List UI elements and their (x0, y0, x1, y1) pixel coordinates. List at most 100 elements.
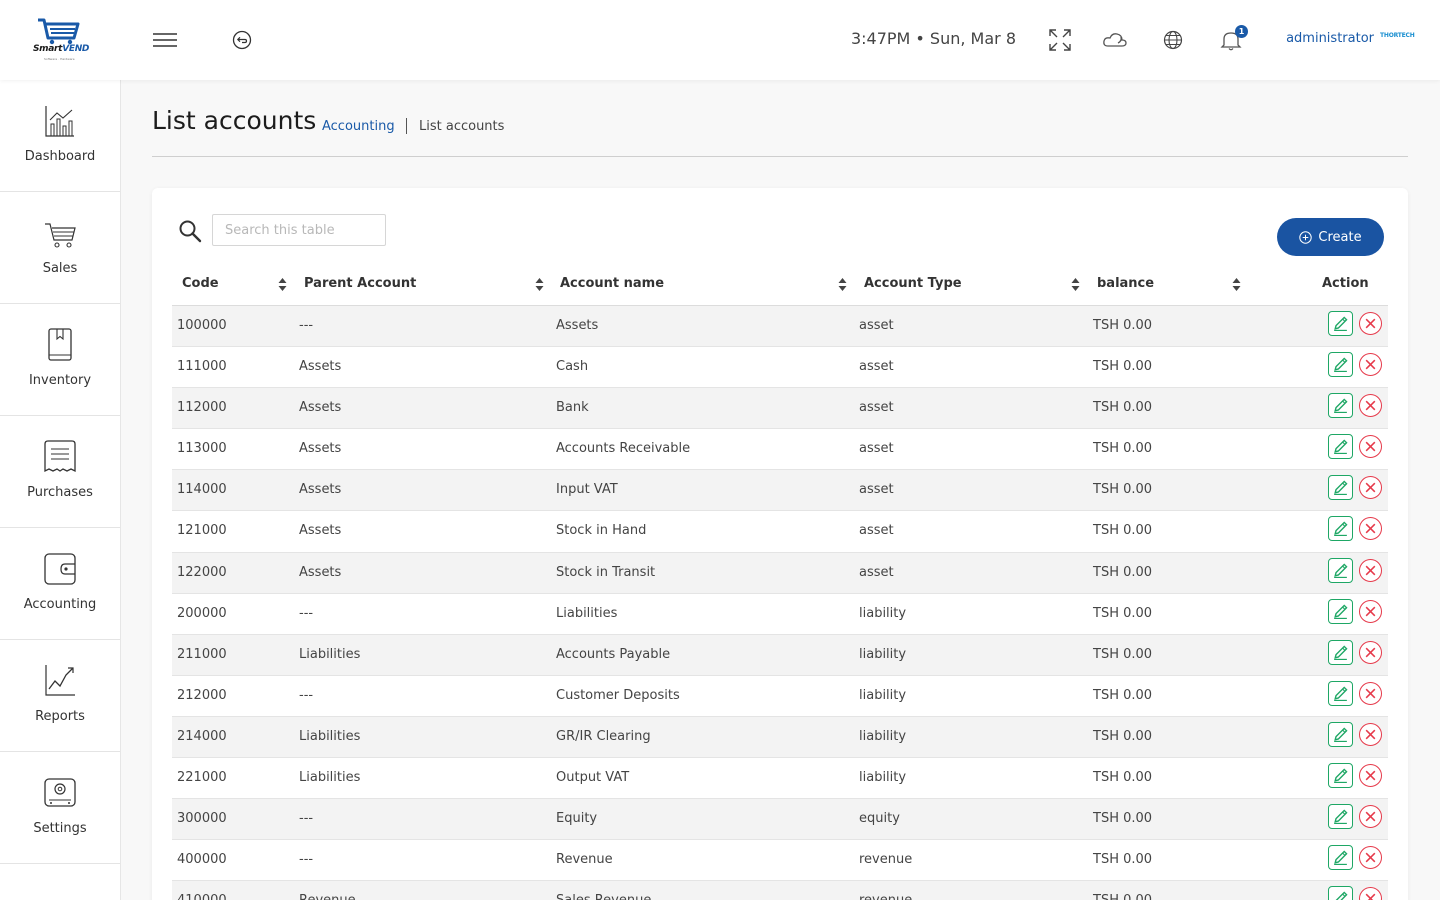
cell-balance: TSH 0.00 (1093, 728, 1153, 744)
sidebar-item-inventory[interactable]: Inventory (0, 304, 120, 416)
sort-icon[interactable] (838, 277, 847, 292)
sort-icon[interactable] (1232, 277, 1241, 292)
sort-icon[interactable] (535, 277, 544, 292)
cell-parent-account: --- (299, 318, 314, 333)
close-icon (1365, 852, 1376, 863)
search-input[interactable] (212, 214, 386, 246)
table-row: 121000 Assets Stock in Hand asset TSH 0.00 (172, 511, 1388, 553)
sidebar-item-accounting[interactable]: Accounting (0, 528, 120, 640)
book-icon (48, 328, 72, 361)
delete-button[interactable] (1359, 517, 1382, 541)
delete-button[interactable] (1359, 312, 1382, 335)
delete-button[interactable] (1359, 599, 1382, 623)
cell-balance: TSH 0.00 (1093, 852, 1153, 868)
sidebar-item-sales[interactable]: Sales (0, 192, 120, 304)
cell-account-type: revenue (859, 893, 912, 900)
edit-button[interactable] (1328, 680, 1353, 706)
cell-account-name: Bank (556, 400, 589, 416)
close-icon (1365, 893, 1376, 900)
column-header-balance[interactable]: balance (1097, 276, 1154, 291)
logo-wordmark: SmartVEND (33, 44, 90, 54)
menu-icon[interactable] (152, 28, 178, 52)
column-header-code[interactable]: Code (182, 276, 219, 291)
column-header-parent-account[interactable]: Parent Account (304, 276, 416, 291)
edit-button[interactable] (1328, 475, 1353, 501)
pencil-icon (1334, 768, 1348, 784)
cell-account-name: Assets (556, 318, 599, 333)
edit-button[interactable] (1328, 434, 1353, 460)
delete-button[interactable] (1359, 681, 1382, 705)
breadcrumb-link-accounting[interactable]: Accounting (322, 119, 395, 134)
edit-button[interactable] (1328, 721, 1353, 747)
delete-button[interactable] (1359, 353, 1382, 377)
sort-icon[interactable] (1071, 277, 1080, 292)
user-name[interactable]: administrator (1270, 31, 1374, 46)
edit-button[interactable] (1328, 516, 1353, 542)
sidebar-item-settings[interactable]: Settings (0, 752, 120, 864)
sidebar-item-label: Inventory (28, 373, 92, 388)
cell-balance: TSH 0.00 (1093, 482, 1153, 498)
wallet-icon (44, 553, 76, 585)
edit-button[interactable] (1328, 639, 1353, 665)
cell-account-name: Customer Deposits (556, 687, 680, 703)
cell-code: 300000 (177, 811, 227, 827)
pencil-icon (1334, 480, 1348, 496)
sidebar: Dashboard Sales Inventory Purchases Acco… (0, 80, 121, 900)
pencil-icon (1334, 645, 1348, 660)
edit-button[interactable] (1328, 804, 1353, 830)
edit-button[interactable] (1328, 557, 1353, 583)
cell-account-name: Input VAT (556, 482, 618, 498)
create-button-label: Create (1318, 229, 1362, 245)
cell-balance: TSH 0.00 (1093, 605, 1153, 621)
delete-button[interactable] (1359, 764, 1382, 788)
edit-button[interactable] (1328, 886, 1353, 900)
delete-button[interactable] (1359, 476, 1382, 500)
cell-account-type: revenue (859, 852, 913, 868)
cell-balance: TSH 0.00 (1093, 359, 1153, 375)
delete-button[interactable] (1359, 805, 1382, 829)
close-icon (1365, 688, 1376, 699)
delete-button[interactable] (1359, 394, 1382, 418)
top-bar: SmartVEND Software · Hardware 3:47PM • S… (0, 0, 1440, 80)
delete-button[interactable] (1359, 640, 1382, 664)
create-button[interactable]: Create (1277, 218, 1384, 256)
sidebar-item-reports[interactable]: Reports (0, 640, 120, 752)
column-header-account-name[interactable]: Account name (560, 276, 664, 291)
edit-button[interactable] (1328, 598, 1353, 624)
search-icon (179, 220, 202, 243)
sidebar-item-dashboard[interactable]: Dashboard (0, 80, 120, 192)
edit-button[interactable] (1328, 393, 1353, 419)
cell-parent-account: Assets (299, 482, 342, 498)
column-header-account-type[interactable]: Account Type (864, 276, 962, 291)
cell-account-type: asset (859, 523, 894, 539)
breadcrumb-current: List accounts (419, 119, 505, 134)
sidebar-item-purchases[interactable]: Purchases (0, 416, 120, 528)
weather-icon[interactable] (1102, 27, 1128, 53)
table-row: 400000 --- Revenue revenue TSH 0.00 (172, 840, 1388, 882)
edit-button[interactable] (1328, 352, 1353, 378)
delete-button[interactable] (1359, 722, 1382, 746)
cell-balance: TSH 0.00 (1093, 400, 1153, 416)
table-row: 211000 Liabilities Accounts Payable liabili… (172, 634, 1388, 676)
cell-balance: TSH 0.00 (1093, 564, 1153, 580)
delete-button[interactable] (1359, 558, 1382, 582)
cell-balance: TSH 0.00 (1093, 687, 1153, 703)
edit-button[interactable] (1328, 311, 1353, 336)
globe-icon[interactable] (1160, 27, 1186, 53)
delete-button[interactable] (1359, 435, 1382, 459)
delete-button[interactable] (1359, 846, 1382, 870)
fullscreen-icon[interactable] (1047, 27, 1073, 53)
close-icon (1365, 770, 1376, 781)
cell-code: 122000 (177, 564, 227, 580)
sort-icon[interactable] (278, 277, 287, 292)
cell-account-type: asset (859, 441, 894, 457)
table-row: 122000 Assets Stock in Transit asset TSH 0.0… (172, 552, 1388, 594)
back-icon[interactable] (230, 28, 254, 52)
delete-button[interactable] (1359, 887, 1382, 900)
edit-button[interactable] (1328, 845, 1353, 871)
close-icon (1365, 811, 1376, 822)
breadcrumb-divider (406, 118, 407, 134)
cell-parent-account: Liabilities (299, 770, 361, 786)
sidebar-item-label: Reports (35, 709, 85, 724)
edit-button[interactable] (1328, 763, 1353, 789)
